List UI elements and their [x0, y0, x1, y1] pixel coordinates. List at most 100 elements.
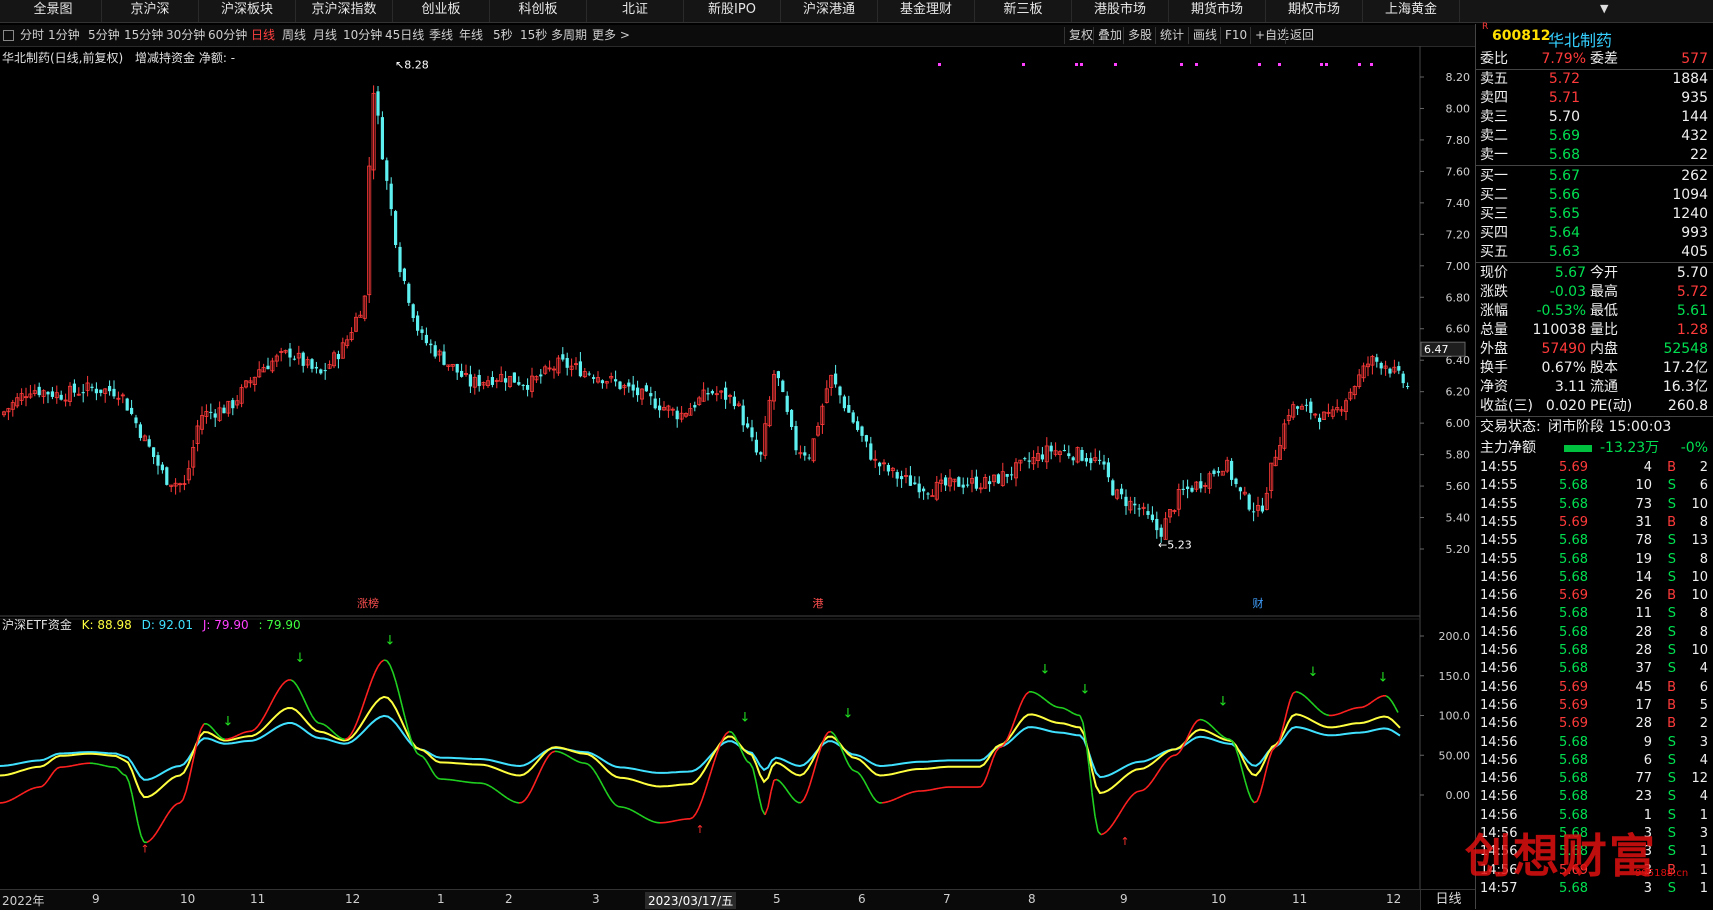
j-line-segment — [1218, 732, 1221, 735]
j-line-segment — [885, 802, 888, 803]
candle-body — [869, 443, 872, 459]
signal-dot — [1258, 63, 1261, 66]
candle-body — [73, 384, 76, 393]
j-line-segment — [228, 738, 231, 739]
j-line-segment — [267, 706, 270, 712]
event-tag[interactable]: 涨榜 — [357, 596, 379, 610]
j-line-segment — [672, 821, 675, 822]
event-tag[interactable]: 港 — [813, 597, 824, 610]
period-tab[interactable]: 5秒 — [493, 27, 513, 44]
kline-chart[interactable]: 8.208.007.807.607.407.207.006.806.606.40… — [0, 46, 1475, 889]
tick-volume: 4 — [1644, 459, 1652, 477]
tick-count: 10 — [1691, 569, 1708, 587]
toolbar-button[interactable]: 多股 — [1123, 27, 1152, 44]
nav-item[interactable]: 京沪深 — [102, 0, 199, 22]
nav-item[interactable]: 京沪深指数 — [296, 0, 393, 22]
nav-item[interactable]: 沪深板块 — [199, 0, 296, 22]
j-line-segment — [486, 784, 489, 785]
nav-item[interactable]: 北证 — [587, 0, 684, 22]
period-tab[interactable]: 季线 — [429, 27, 453, 44]
j-line-segment — [849, 765, 852, 769]
nav-item[interactable]: 创业板 — [393, 0, 490, 22]
nav-more-chevron-icon[interactable]: ▼ — [1600, 2, 1608, 15]
period-label[interactable]: 日线 — [1420, 889, 1476, 910]
candle-body — [1375, 357, 1378, 362]
j-line-segment — [1380, 696, 1383, 697]
j-line-segment — [546, 755, 549, 759]
quote-label: 涨幅 — [1480, 302, 1508, 321]
j-line-segment — [894, 798, 897, 799]
j-line-segment — [261, 717, 264, 722]
bid-row: 买一5.67262 — [1476, 167, 1713, 186]
nav-item[interactable]: 新三板 — [975, 0, 1072, 22]
nav-item[interactable]: 港股市场 — [1072, 0, 1169, 22]
candle-body — [1067, 453, 1070, 456]
period-tab[interactable]: 60分钟 — [208, 27, 247, 44]
stock-badge: R — [1482, 22, 1488, 32]
period-tab[interactable]: 5分钟 — [88, 27, 120, 44]
period-tab[interactable]: 10分钟 — [343, 27, 382, 44]
nav-item[interactable]: 科创板 — [490, 0, 587, 22]
period-tab[interactable]: 年线 — [459, 27, 483, 44]
period-tab[interactable]: 日线 — [251, 27, 275, 44]
period-tab[interactable]: 15秒 — [520, 27, 547, 44]
toolbar-button[interactable]: 叠加 — [1093, 27, 1122, 44]
j-line-segment — [522, 800, 525, 802]
j-line-segment — [138, 824, 141, 836]
nav-item[interactable]: 沪深港通 — [781, 0, 878, 22]
toolbar-button[interactable]: 画线 — [1188, 27, 1217, 44]
panel-toggle-icon[interactable] — [3, 30, 14, 41]
quote-label: 涨跌 — [1480, 283, 1508, 302]
event-tag[interactable]: 财 — [1253, 596, 1264, 610]
j-line-segment — [375, 666, 378, 672]
j-line-segment — [1125, 800, 1128, 804]
quote-value: 57490 — [1541, 340, 1586, 359]
nav-item[interactable]: 新股IPO — [684, 0, 781, 22]
candle-body — [746, 423, 749, 427]
quote-row: 现价5.67今开5.70 — [1476, 264, 1713, 283]
j-line-segment — [129, 782, 132, 794]
period-tab[interactable]: 30分钟 — [166, 27, 205, 44]
tick-count: 13 — [1691, 532, 1708, 550]
toolbar-button[interactable]: F10 — [1220, 27, 1247, 44]
main-flow-bar — [1564, 445, 1592, 452]
candle-body — [654, 399, 657, 409]
tick-side: S — [1668, 496, 1676, 514]
nav-item[interactable]: 期权市场 — [1266, 0, 1363, 22]
j-line-segment — [246, 731, 249, 732]
period-tab[interactable]: 分时 — [20, 27, 44, 44]
j-line-segment — [18, 794, 21, 796]
j-line-segment — [1065, 709, 1068, 711]
j-line-segment — [633, 811, 636, 813]
nav-item[interactable]: 基金理财 — [878, 0, 975, 22]
j-line-segment — [297, 686, 300, 691]
period-tab[interactable]: 月线 — [313, 27, 337, 44]
period-tab[interactable]: 45日线 — [385, 27, 424, 44]
tick-side: S — [1668, 569, 1676, 587]
period-tab[interactable]: 更多 > — [592, 27, 630, 44]
tick-volume: 17 — [1635, 697, 1652, 715]
toolbar-button[interactable]: +自选 — [1250, 27, 1289, 44]
ask-price: 5.71 — [1549, 89, 1580, 108]
nav-item[interactable]: 上海黄金 — [1363, 0, 1460, 22]
signal-dot — [1370, 63, 1373, 66]
toolbar-button[interactable]: 复权 — [1064, 27, 1093, 44]
j-line-segment — [1122, 805, 1125, 810]
candle-body — [420, 329, 423, 333]
tick-price: 5.68 — [1559, 532, 1588, 550]
price-axis-label: 5.40 — [1446, 512, 1471, 525]
period-tab[interactable]: 15分钟 — [124, 27, 163, 44]
period-tab[interactable]: 多周期 — [551, 27, 587, 44]
candle-body — [1234, 479, 1237, 484]
j-line-segment — [180, 800, 183, 803]
j-line-segment — [123, 774, 126, 775]
candle-body — [442, 352, 445, 365]
period-tab[interactable]: 周线 — [282, 27, 306, 44]
toolbar-button[interactable]: 统计 — [1155, 27, 1184, 44]
j-line-segment — [1038, 694, 1041, 696]
nav-item[interactable]: 全景图 — [5, 0, 102, 22]
period-tab[interactable]: 1分钟 — [48, 27, 80, 44]
toolbar-button[interactable]: 返回 — [1285, 27, 1314, 44]
nav-item[interactable]: 期货市场 — [1169, 0, 1266, 22]
price-axis-label: 7.60 — [1446, 165, 1471, 178]
